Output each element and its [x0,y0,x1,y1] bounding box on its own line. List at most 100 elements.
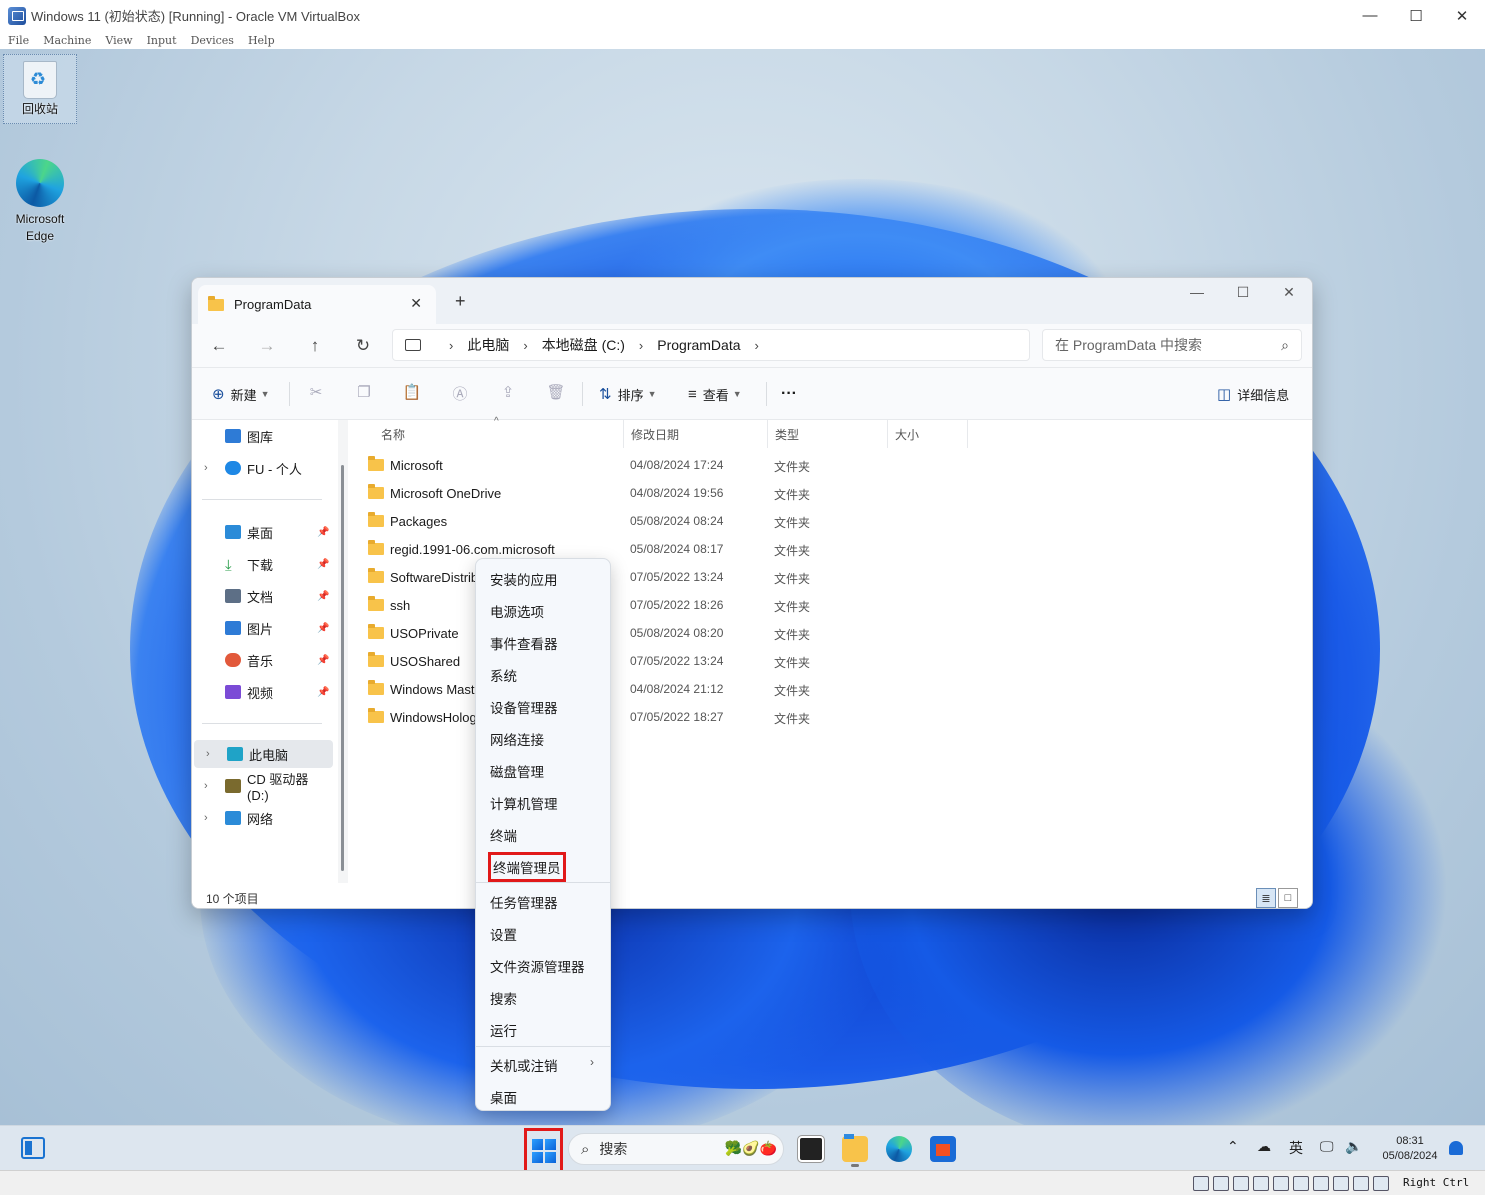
menu-help[interactable]: Help [248,34,275,47]
maximize-button[interactable]: ☐ [1393,0,1439,31]
table-row[interactable]: Microsoft 04/08/2024 17:24 文件夹 [368,451,968,479]
column-header-size[interactable]: 大小 [888,420,968,448]
onedrive-icon[interactable]: ☁ [1257,1138,1271,1155]
details-view-icon[interactable]: ≣ [1256,888,1276,908]
table-row[interactable]: WindowsHolog 07/05/2022 18:27 文件夹 [368,703,968,731]
close-tab-icon[interactable]: ✕ [410,295,422,312]
paste-icon[interactable]: 📋 [401,383,423,405]
table-row[interactable]: ssh 07/05/2022 18:26 文件夹 [368,591,968,619]
nav-item-downloads[interactable]: ⤓ 下载 📌 [192,550,331,578]
large-icons-view-icon[interactable]: □ [1278,888,1298,908]
new-button[interactable]: ⊕ 新建 ▼ [212,381,270,407]
details-pane-button[interactable]: ◫ 详细信息 [1217,381,1289,407]
chevron-right-icon[interactable]: › [755,338,759,353]
chevron-right-icon[interactable]: › [449,338,453,353]
menu-machine[interactable]: Machine [43,34,91,47]
address-bar[interactable]: › 此电脑 › 本地磁盘 (C:) › ProgramData › [392,329,1030,361]
menu-item-event-viewer[interactable]: 事件查看器 [490,633,558,653]
chevron-right-icon[interactable]: › [639,338,643,353]
pin-icon[interactable]: 📌 [317,591,329,602]
clock[interactable]: 08:31 05/08/2024 [1370,1134,1450,1164]
nav-item-cd-drive[interactable]: › CD 驱动器 (D:) [192,772,331,803]
desktop-icon-recycle-bin[interactable]: 回收站 [3,54,77,124]
taskbar-search[interactable]: ⌕ 搜索 🥦🥑🍅 [568,1133,784,1165]
minimize-button[interactable]: — [1347,0,1393,31]
nav-item-pictures[interactable]: 图片 📌 [192,614,331,642]
menu-item-task-manager[interactable]: 任务管理器 [490,892,558,912]
nav-item-documents[interactable]: 文档 📌 [192,582,331,610]
menu-item-power-options[interactable]: 电源选项 [490,601,544,621]
menu-item-settings[interactable]: 设置 [490,924,517,944]
rename-icon[interactable]: Ⓐ [449,383,471,405]
nav-item-onedrive[interactable]: › FU - 个人 [192,454,331,482]
search-input[interactable]: 在 ProgramData 中搜索 ⌕ [1042,329,1302,361]
close-button[interactable]: ✕ [1439,0,1485,31]
table-row[interactable]: USOPrivate 05/08/2024 08:20 文件夹 [368,619,968,647]
audio-icon[interactable] [1233,1176,1249,1191]
sort-button[interactable]: ⇅ 排序 ▼ [599,381,657,407]
explorer-minimize-button[interactable]: — [1174,278,1220,306]
table-row[interactable]: Windows Mast 04/08/2024 21:12 文件夹 [368,675,968,703]
menu-input[interactable]: Input [147,34,177,47]
nav-scrollbar[interactable] [338,420,348,883]
scrollbar-thumb[interactable] [341,465,344,871]
chevron-right-icon[interactable]: › [204,812,208,824]
cpu-icon[interactable] [1353,1176,1369,1191]
menu-item-file-explorer[interactable]: 文件资源管理器 [490,956,585,976]
menu-item-device-manager[interactable]: 设备管理器 [490,697,558,717]
menu-item-disk-management[interactable]: 磁盘管理 [490,761,544,781]
chevron-up-icon[interactable]: ⌃ [1227,1138,1239,1155]
menu-view[interactable]: View [105,34,132,47]
notification-bell-icon[interactable] [1449,1141,1463,1155]
nav-item-gallery[interactable]: 图库 [192,422,331,450]
display-icon[interactable] [1313,1176,1329,1191]
network-icon[interactable]: 🖵 [1320,1138,1334,1155]
menu-devices[interactable]: Devices [191,34,234,47]
shared-folder-icon[interactable] [1293,1176,1309,1191]
explorer-close-button[interactable]: ✕ [1266,278,1312,306]
breadcrumb-this-pc[interactable]: 此电脑 [467,335,509,355]
breadcrumb-local-disk[interactable]: 本地磁盘 (C:) [542,335,625,355]
pin-icon[interactable]: 📌 [317,655,329,666]
pin-icon[interactable]: 📌 [317,559,329,570]
menu-item-network-connections[interactable]: 网络连接 [490,729,544,749]
pin-icon[interactable]: 📌 [317,527,329,538]
table-row[interactable]: USOShared 07/05/2022 13:24 文件夹 [368,647,968,675]
column-header-date[interactable]: 修改日期 [624,420,768,448]
menu-item-installed-apps[interactable]: 安装的应用 [490,569,558,589]
nav-item-music[interactable]: 音乐 📌 [192,646,331,674]
delete-icon[interactable]: 🗑 [545,383,567,405]
menu-item-system[interactable]: 系统 [490,665,517,685]
explorer-maximize-button[interactable]: ☐ [1220,278,1266,306]
nav-item-desktop[interactable]: 桌面 📌 [192,518,331,546]
ime-indicator[interactable]: 英 [1289,1138,1303,1158]
menu-item-shutdown-signout[interactable]: 关机或注销 [490,1055,558,1075]
file-explorer-icon[interactable] [842,1134,868,1162]
chevron-right-icon[interactable]: › [204,780,208,792]
back-button[interactable]: ← [204,332,234,360]
table-row[interactable]: Microsoft OneDrive 04/08/2024 19:56 文件夹 [368,479,968,507]
volume-icon[interactable]: 🔈 [1345,1138,1362,1155]
new-tab-button[interactable]: + [455,291,466,312]
refresh-button[interactable]: ↻ [348,332,378,360]
desktop-icon-edge[interactable]: Microsoft Edge [3,159,77,245]
column-header-name[interactable]: 名称 [374,420,624,448]
table-row[interactable]: Packages 05/08/2024 08:24 文件夹 [368,507,968,535]
more-options-button[interactable]: ··· [781,381,797,407]
tab-programdata[interactable]: ProgramData ✕ [198,285,436,324]
mouse-integration-icon[interactable] [1373,1176,1389,1191]
pin-icon[interactable]: 📌 [317,623,329,634]
menu-item-search[interactable]: 搜索 [490,988,517,1008]
recording-icon[interactable] [1333,1176,1349,1191]
chevron-right-icon[interactable]: › [206,748,210,760]
column-header-type[interactable]: 类型 [768,420,888,448]
menu-file[interactable]: File [8,34,29,47]
chevron-right-icon[interactable]: › [523,338,527,353]
table-row[interactable]: regid.1991-06.com.microsoft 05/08/2024 08… [368,535,968,563]
nav-item-videos[interactable]: 视频 📌 [192,678,331,706]
up-button[interactable]: ↑ [300,332,330,360]
breadcrumb-programdata[interactable]: ProgramData [657,337,740,353]
nav-item-network[interactable]: › 网络 [192,804,331,832]
menu-item-terminal[interactable]: 终端 [490,825,517,845]
task-view-icon[interactable] [797,1135,825,1163]
